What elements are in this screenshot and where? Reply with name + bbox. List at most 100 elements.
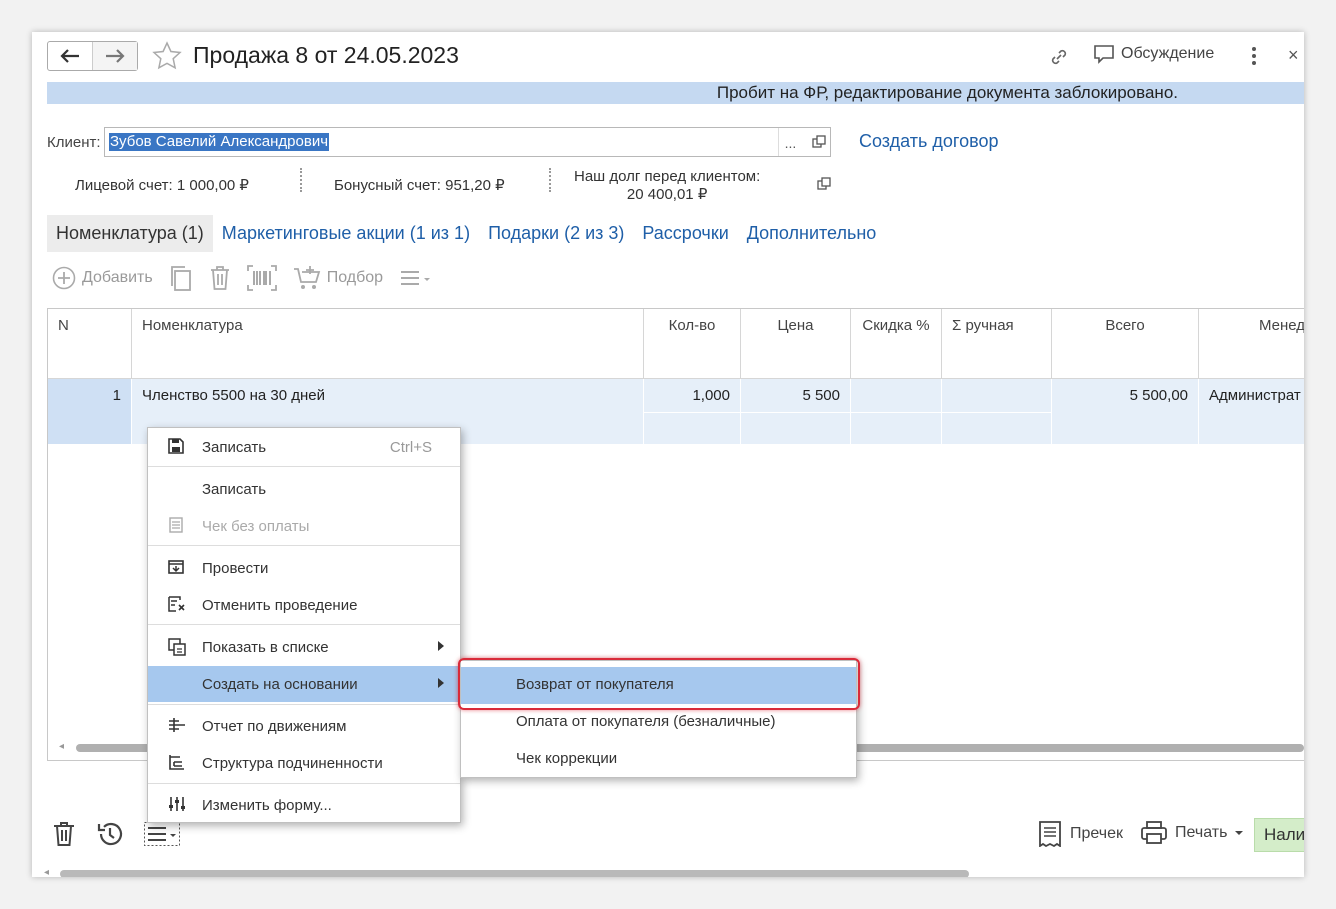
column-header-discount[interactable]: Скидка %: [851, 309, 942, 379]
tab-marketing[interactable]: Маркетинговые акции (1 из 1): [213, 215, 479, 252]
client-select-button[interactable]: ...: [778, 128, 802, 156]
column-header-qty[interactable]: Кол-во: [644, 309, 741, 379]
debt-summary: Наш долг перед клиентом: 20 400,01 ₽: [574, 168, 760, 204]
delete-icon[interactable]: [209, 265, 231, 291]
tab-installments[interactable]: Рассрочки: [633, 215, 737, 252]
delete-icon[interactable]: [52, 821, 76, 847]
menu-item-label: Отчет по движениям: [202, 718, 347, 735]
column-header-item[interactable]: Номенклатура: [132, 309, 644, 379]
column-header-total[interactable]: Всего: [1052, 309, 1199, 379]
menu-item-label: Показать в списке: [202, 639, 329, 656]
submenu-arrow-icon: [438, 641, 444, 651]
table-cell-price[interactable]: 5 500: [741, 379, 851, 444]
menu-item-save-shortcut[interactable]: Записать Ctrl+S: [148, 429, 460, 465]
menu-separator: [148, 624, 460, 625]
print-button[interactable]: Печать: [1141, 821, 1244, 845]
discussion-button[interactable]: Обсуждение: [1093, 44, 1214, 64]
menu-dropdown-icon[interactable]: [399, 268, 433, 288]
menu-item-post[interactable]: Провести: [148, 550, 460, 586]
client-label: Клиент:: [47, 134, 101, 151]
menu-item-customize-form[interactable]: Изменить форму...: [148, 787, 460, 823]
menu-item-label: Структура подчиненности: [202, 755, 383, 772]
table-toolbar: Добавить Подбор: [52, 264, 433, 292]
tab-nomenclature[interactable]: Номенклатура (1): [47, 215, 213, 252]
customize-form-icon: [169, 797, 185, 811]
submenu-item-customer-return[interactable]: Возврат от покупателя: [461, 667, 856, 704]
open-icon[interactable]: [812, 135, 826, 149]
column-header-price[interactable]: Цена: [741, 309, 851, 379]
table-cell-qty[interactable]: 1,000: [644, 379, 741, 444]
create-contract-link[interactable]: Создать договор: [859, 131, 998, 152]
precheck-button[interactable]: Пречек: [1038, 821, 1123, 847]
save-icon: [168, 438, 184, 454]
open-icon[interactable]: [817, 177, 831, 191]
menu-item-show-in-list[interactable]: Показать в списке: [148, 629, 460, 665]
history-icon[interactable]: [96, 820, 124, 848]
divider: [549, 168, 551, 192]
menu-separator: [148, 783, 460, 784]
favorite-star-icon[interactable]: [152, 41, 182, 71]
scroll-left-arrow[interactable]: ◂: [44, 867, 49, 877]
window-horizontal-scrollbar[interactable]: [60, 870, 969, 877]
menu-item-check-without-payment: Чек без оплаты: [148, 508, 460, 544]
submenu-item-correction-check[interactable]: Чек коррекции: [461, 741, 856, 778]
menu-item-save[interactable]: Записать: [148, 471, 460, 507]
more-menu-icon[interactable]: [1250, 46, 1258, 66]
menu-item-label: Изменить форму...: [202, 797, 332, 814]
price-value: 5 500: [802, 387, 840, 404]
cart-add-icon: [293, 266, 320, 289]
tab-additional[interactable]: Дополнительно: [738, 215, 886, 252]
qty-value: 1,000: [692, 387, 730, 404]
arrow-right-icon: [106, 49, 125, 63]
column-header-manager[interactable]: Менед: [1199, 309, 1304, 379]
menu-item-hierarchy[interactable]: Структура подчиненности: [148, 745, 460, 781]
menu-item-label: Записать: [202, 481, 267, 498]
menu-item-movements-report[interactable]: Отчет по движениям: [148, 708, 460, 744]
table-cell-n[interactable]: 1: [48, 379, 132, 444]
table-cell-total[interactable]: 5 500,00: [1052, 379, 1199, 444]
post-icon: [168, 560, 184, 574]
menu-separator: [148, 545, 460, 546]
table-cell-discount[interactable]: [851, 379, 942, 444]
arrow-left-icon: [60, 49, 79, 63]
menu-item-label: Провести: [202, 560, 269, 577]
menu-item-shortcut: Ctrl+S: [389, 439, 432, 456]
more-actions-menu-icon[interactable]: [144, 822, 180, 846]
plus-circle-icon: [52, 266, 76, 290]
hierarchy-icon: [169, 755, 184, 770]
pick-button[interactable]: Подбор: [293, 265, 383, 291]
menu-separator: [148, 466, 460, 467]
copy-icon[interactable]: [169, 264, 193, 292]
close-button[interactable]: ×: [1288, 45, 1299, 66]
create-based-on-submenu: Возврат от покупателя Оплата от покупате…: [460, 660, 857, 778]
tab-gifts[interactable]: Подарки (2 из 3): [479, 215, 633, 252]
menu-item-label: Чек без оплаты: [202, 518, 310, 535]
column-header-n[interactable]: N: [48, 309, 132, 379]
client-field[interactable]: Зубов Савелий Александрович ...: [104, 127, 831, 157]
account-balance: Лицевой счет: 1 000,00 ₽: [75, 177, 249, 194]
printer-icon: [1141, 821, 1167, 844]
table-cell-manual[interactable]: [942, 379, 1052, 444]
chat-icon: [1094, 45, 1114, 64]
menu-item-unpost[interactable]: Отменить проведение: [148, 587, 460, 623]
link-icon[interactable]: [1048, 46, 1070, 68]
scroll-left-arrow[interactable]: ◂: [59, 741, 64, 752]
back-button[interactable]: [48, 42, 92, 70]
submenu-item-customer-payment[interactable]: Оплата от покупателя (безналичные): [461, 704, 856, 741]
document-title: Продажа 8 от 24.05.2023: [193, 42, 459, 68]
forward-button[interactable]: [92, 42, 137, 70]
menu-item-label: Записать: [202, 439, 267, 456]
primary-action-button[interactable]: Нали: [1254, 818, 1304, 852]
debt-value: 20 400,01 ₽: [626, 186, 708, 203]
unpost-icon: [168, 596, 185, 612]
pick-label: Подбор: [326, 269, 384, 286]
submenu-item-label: Чек коррекции: [516, 750, 618, 767]
column-header-manual[interactable]: Σ ручная: [942, 309, 1052, 379]
locked-info-bar: Пробит на ФР, редактирование документа з…: [47, 82, 1304, 104]
precheck-label: Пречек: [1070, 825, 1123, 842]
add-button[interactable]: Добавить: [52, 266, 153, 290]
menu-item-label: Отменить проведение: [202, 597, 358, 614]
barcode-icon[interactable]: [246, 265, 277, 291]
table-cell-manager[interactable]: Администрат: [1199, 379, 1304, 444]
menu-item-create-based-on[interactable]: Создать на основании: [148, 666, 460, 702]
